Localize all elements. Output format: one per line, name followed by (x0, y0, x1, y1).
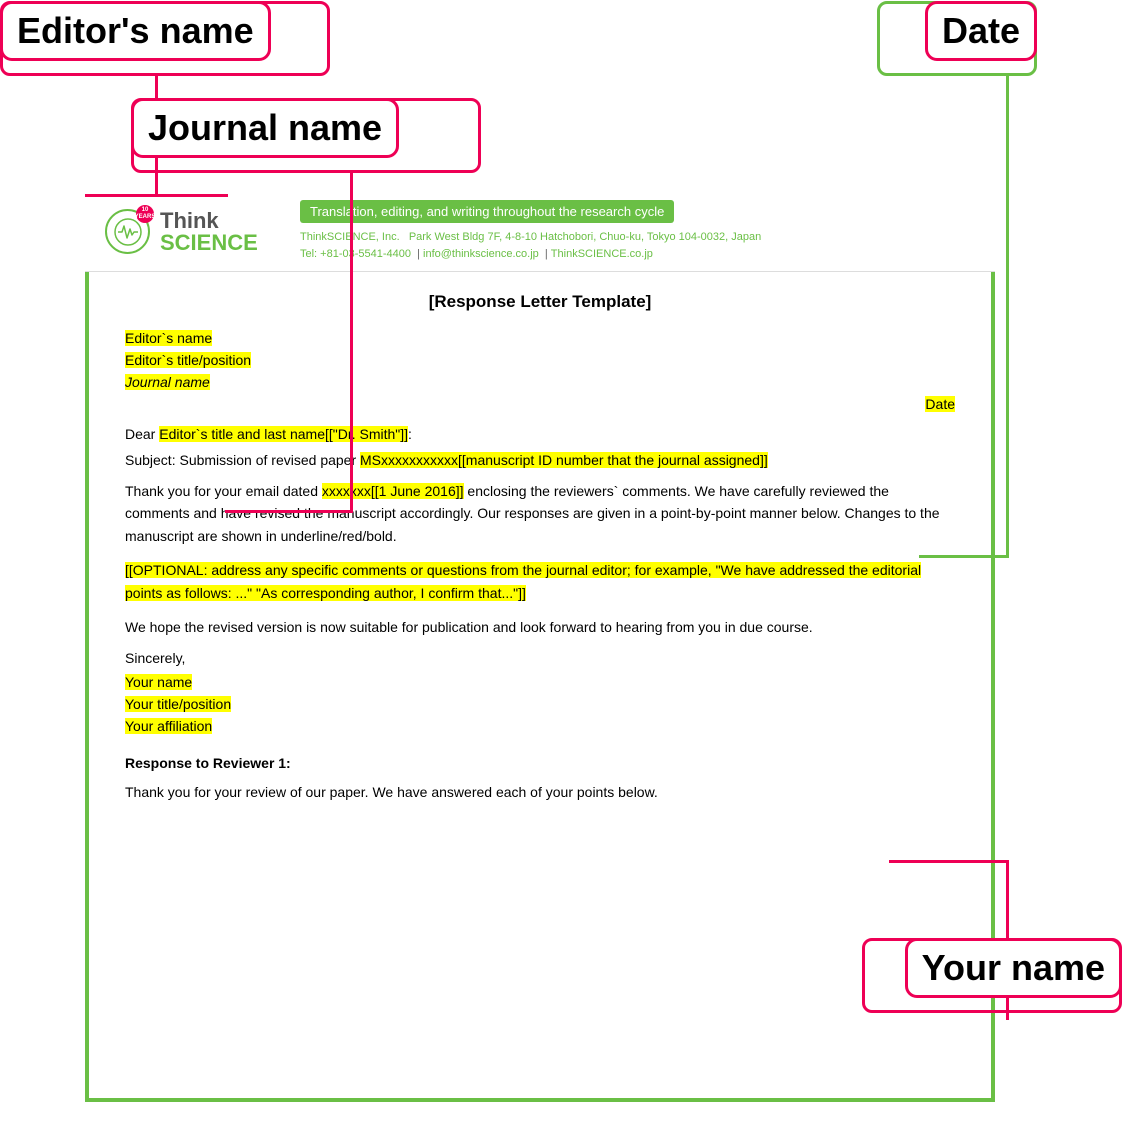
editor-title-field: Editor`s title/position (125, 352, 955, 368)
logo-circle: 10 YEARS (105, 209, 150, 254)
date-highlight: Date (925, 396, 955, 412)
website: ThinkSCIENCE.co.jp (551, 248, 653, 260)
editors-name-annotation: Editor's name (0, 1, 271, 61)
journal-name-field: Journal name (125, 374, 955, 390)
dear-line: Dear Editor`s title and last name[["Dr. … (125, 426, 955, 442)
optional-highlight: [[OPTIONAL: address any specific comment… (125, 562, 921, 600)
letter-body: [Response Letter Template] Editor`s name… (85, 272, 995, 823)
body1-highlight: xxxxxxx[[1 June 2016]] (322, 483, 464, 499)
body-paragraph-2: We hope the revised version is now suita… (125, 616, 955, 638)
editor-name-highlight: Editor`s name (125, 330, 212, 346)
reviewer-header: Response to Reviewer 1: (125, 755, 291, 771)
date-annotation: Date (925, 1, 1037, 61)
your-affiliation-highlight: Your affiliation (125, 718, 212, 734)
subject-highlight: MSxxxxxxxxxxx[[manuscript ID number that… (360, 452, 768, 468)
date-field: Date (125, 396, 955, 412)
tagline: Translation, editing, and writing throug… (300, 200, 674, 223)
journal-name-highlight: Journal name (125, 374, 210, 390)
tel: Tel: +81-03-5541-4400 (300, 248, 411, 260)
think-label: Think (160, 210, 258, 232)
your-title-field: Your title/position (125, 696, 955, 712)
letter-title: [Response Letter Template] (125, 292, 955, 312)
your-name-highlight: Your name (125, 674, 192, 690)
your-title-highlight: Your title/position (125, 696, 231, 712)
dear-start: Dear (125, 426, 159, 442)
editor-title-highlight: Editor`s title/position (125, 352, 251, 368)
logo-area: 10 YEARS Think SCIENCE (85, 192, 285, 271)
your-name-annotation: Your name (905, 938, 1122, 998)
body1-start: Thank you for your email dated (125, 483, 322, 499)
reviewer-body: Thank you for your review of our paper. … (125, 781, 955, 803)
years-badge: 10 YEARS (136, 205, 154, 223)
optional-block: [[OPTIONAL: address any specific comment… (125, 559, 955, 604)
dear-end: : (408, 426, 412, 442)
dear-highlight: Editor`s title and last name[["Dr. Smith… (159, 426, 408, 442)
thinkscience-header: 10 YEARS Think SCIENCE Translation, edit… (85, 192, 995, 272)
subject-start: Subject: Submission of revised paper (125, 452, 360, 468)
heartbeat-icon (114, 218, 142, 246)
subject-line: Subject: Submission of revised paper MSx… (125, 452, 955, 468)
signature-block: Your name Your title/position Your affil… (125, 674, 955, 734)
your-affiliation-field: Your affiliation (125, 718, 955, 734)
email: info@thinkscience.co.jp (423, 248, 539, 260)
journal-name-annotation: Journal name (131, 98, 399, 158)
letter-container: 10 YEARS Think SCIENCE Translation, edit… (85, 192, 995, 823)
reviewer-section: Response to Reviewer 1: Thank you for yo… (125, 752, 955, 803)
header-info: Translation, editing, and writing throug… (285, 192, 995, 271)
sincerely: Sincerely, (125, 650, 955, 666)
logo-text: Think SCIENCE (160, 210, 258, 254)
your-name-field: Your name (125, 674, 955, 690)
address-text: Park West Bldg 7F, 4-8-10 Hatchobori, Ch… (409, 231, 761, 243)
science-label: SCIENCE (160, 232, 258, 254)
editor-name-field: Editor`s name (125, 330, 955, 346)
address: ThinkSCIENCE, Inc. Park West Bldg 7F, 4-… (300, 229, 980, 262)
body-paragraph-1: Thank you for your email dated xxxxxxx[[… (125, 480, 955, 547)
